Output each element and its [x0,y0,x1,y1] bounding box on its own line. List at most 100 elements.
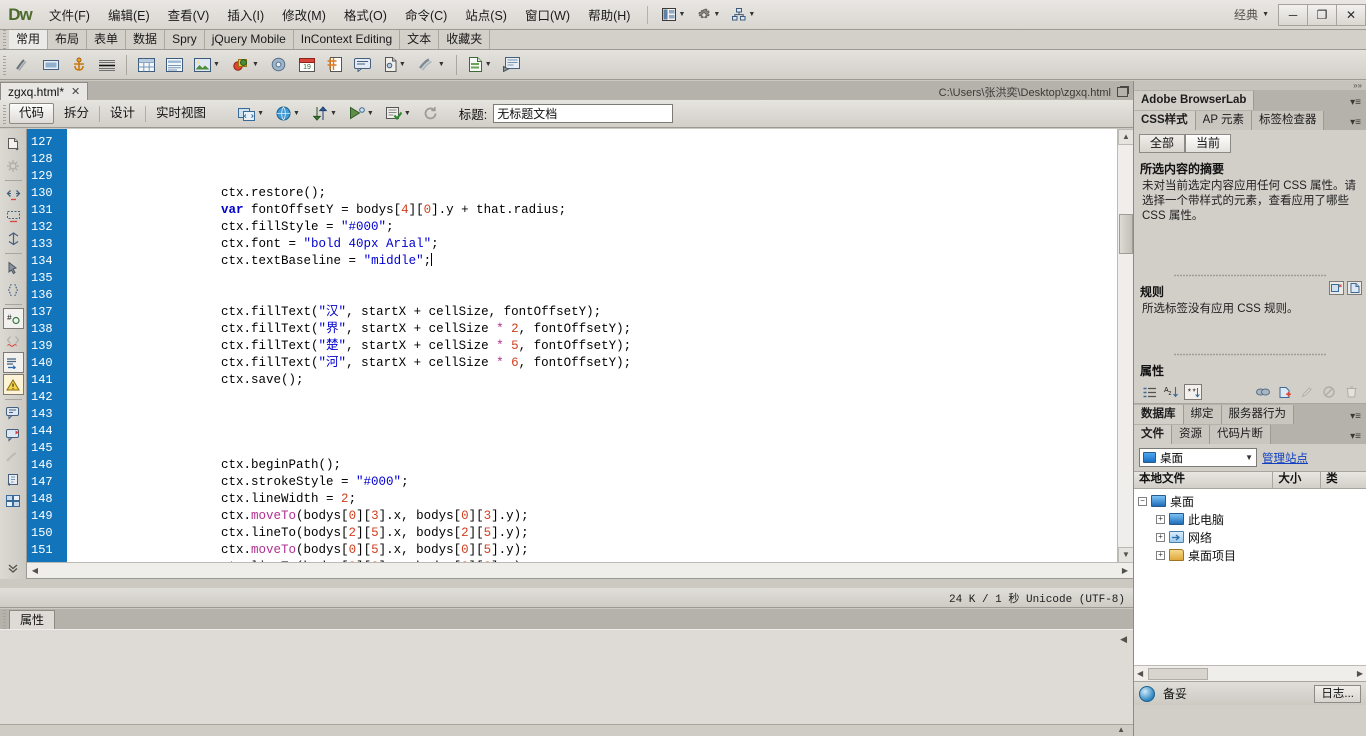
insert-tab-forms[interactable]: 表单 [87,30,127,49]
view-button-live[interactable]: 实时视图 [146,103,216,124]
code-line[interactable] [71,168,1116,185]
expander-icon[interactable]: + [1156,514,1165,524]
validate-markup-button[interactable]: ▼ [380,104,417,123]
more-options-icon[interactable] [3,557,24,578]
document-tab-zgxq[interactable]: zgxq.html* ✕ [0,82,89,100]
view-button-code[interactable]: 代码 [9,103,55,124]
set-properties-icon[interactable]: ** [1184,384,1202,400]
tab-snippets[interactable]: 代码片断 [1210,425,1271,444]
code-line[interactable]: ctx.moveTo(bodys[0][5].x, bodys[0][5].y)… [71,542,1116,559]
tag-chooser-icon[interactable] [500,53,524,77]
code-line[interactable]: ctx.font = "bold 40px Arial"; [71,236,1116,253]
recent-snippets-icon[interactable] [3,425,24,446]
code-vertical-scrollbar[interactable]: ▲ ▼ [1117,129,1133,563]
view-button-design[interactable]: 设计 [100,103,145,124]
category-view-icon[interactable] [1140,384,1158,400]
code-line[interactable]: ctx.beginPath(); [71,457,1116,474]
disable-property-icon[interactable] [1320,384,1338,400]
expander-icon[interactable]: + [1156,550,1165,560]
tab-tag-inspector[interactable]: 标签检查器 [1251,111,1325,130]
css-mode-current[interactable]: 当前 [1185,134,1232,153]
expand-icon[interactable]: ▲ [1117,725,1125,734]
panel-options-icon[interactable]: ▾≡ [1350,431,1361,442]
expander-icon[interactable]: − [1138,496,1147,506]
code-line[interactable]: ctx.fillText("楚", startX + cellSize * 5,… [71,338,1116,355]
expander-icon[interactable]: + [1156,532,1165,542]
code-line[interactable]: ctx.moveTo(bodys[0][3].x, bodys[0][3].y)… [71,508,1116,525]
panel-menu-browserlab[interactable]: ▾≡ [1350,97,1366,110]
date-icon[interactable]: 19 [295,53,319,77]
section-grip[interactable] [1174,351,1326,358]
insert-tab-text[interactable]: 文本 [400,30,440,49]
menu-item-modify[interactable]: 修改(M) [273,1,335,28]
tree-item-desktop-items[interactable]: + 桌面项目 [1134,546,1366,564]
expand-all-icon[interactable] [3,228,24,249]
edit-property-icon[interactable] [1298,384,1316,400]
tab-server-behaviors[interactable]: 服务器行为 [1221,405,1294,424]
code-line[interactable] [71,134,1116,151]
site-map-button[interactable]: ▼ [726,6,761,23]
server-side-include-icon[interactable] [323,53,347,77]
code-text[interactable]: ctx.restore(); var fontOffsetY = bodys[4… [71,129,1116,578]
edit-rule-icon[interactable] [1347,281,1362,295]
code-line[interactable]: ctx.fillText("河", startX + cellSize * 6,… [71,355,1116,372]
insert-image-button[interactable]: ▼ [188,56,226,74]
chevron-down-icon[interactable]: ▼ [1262,11,1269,18]
move-or-convert-css-icon[interactable] [3,447,24,468]
code-line[interactable] [71,389,1116,406]
panel-grip[interactable] [0,29,9,49]
column-size[interactable]: 大小 [1273,471,1322,489]
refresh-icon[interactable] [419,102,443,126]
files-horizontal-scrollbar[interactable]: ◀ ▶ [1134,665,1366,681]
horizontal-rule-icon[interactable] [95,53,119,77]
panel-menu-files[interactable]: ▾≡ [1350,431,1366,444]
remove-comment-icon[interactable] [2,374,24,395]
section-grip[interactable] [1174,272,1326,279]
workspace-selector[interactable]: 经典 [1230,6,1262,23]
tab-ap-elements[interactable]: AP 元素 [1195,111,1252,130]
insert-tab-favorites[interactable]: 收藏夹 [439,30,491,49]
indent-code-icon[interactable] [3,469,24,490]
scroll-thumb[interactable] [1148,667,1209,680]
insert-tab-incontext-editing[interactable]: InContext Editing [294,30,401,49]
line-numbers-icon[interactable]: # [2,308,24,329]
layout-switch-button[interactable]: ▼ [656,6,691,23]
code-line[interactable] [71,440,1116,457]
insert-media-button[interactable]: ▼ [226,55,265,74]
close-icon[interactable]: ✕ [71,85,80,98]
panel-options-icon[interactable]: ▾≡ [1350,411,1361,422]
tab-bindings[interactable]: 绑定 [1183,405,1222,424]
highlight-invalid-code-icon[interactable] [3,330,24,351]
live-code-button[interactable]: ▼ [232,104,270,123]
anchor-icon[interactable] [67,53,91,77]
table-icon[interactable] [134,53,158,77]
panel-collapse-strip[interactable]: »» [1134,81,1366,90]
toolbar-grip[interactable] [0,54,9,75]
delete-property-icon[interactable] [1342,384,1360,400]
scroll-left-icon[interactable]: ◀ [1134,669,1146,678]
panel-menu-databases[interactable]: ▾≡ [1350,411,1366,424]
site-settings-button[interactable]: ▼ [691,6,726,24]
insert-tab-layout[interactable]: 布局 [48,30,88,49]
insert-tab-spry[interactable]: Spry [165,30,205,49]
tab-assets[interactable]: 资源 [1172,425,1210,444]
wrap-tag-icon[interactable] [3,403,24,424]
panel-options-icon[interactable]: ▾≡ [1350,117,1361,128]
tab-files[interactable]: 文件 [1134,425,1172,444]
view-button-split[interactable]: 拆分 [54,103,99,124]
css-mode-all[interactable]: 全部 [1139,134,1186,153]
restore-button[interactable]: ❐ [1307,3,1337,26]
document-title-input[interactable] [493,104,674,123]
tree-item-desktop[interactable]: − 桌面 [1134,492,1366,510]
tree-item-this-pc[interactable]: + 此电脑 [1134,510,1366,528]
menu-item-format[interactable]: 格式(O) [335,1,396,28]
tab-databases[interactable]: 数据库 [1134,405,1184,424]
show-code-navigator-icon[interactable] [3,155,24,176]
code-line[interactable]: ctx.lineTo(bodys[2][5].x, bodys[2][5].y)… [71,525,1116,542]
code-line[interactable] [71,287,1116,304]
collapse-icon[interactable]: ◀ [1120,634,1127,645]
hyperlink-icon[interactable] [11,53,35,77]
menu-item-file[interactable]: 文件(F) [40,1,99,28]
open-documents-icon[interactable] [3,133,24,154]
column-type[interactable]: 类 [1321,471,1366,489]
